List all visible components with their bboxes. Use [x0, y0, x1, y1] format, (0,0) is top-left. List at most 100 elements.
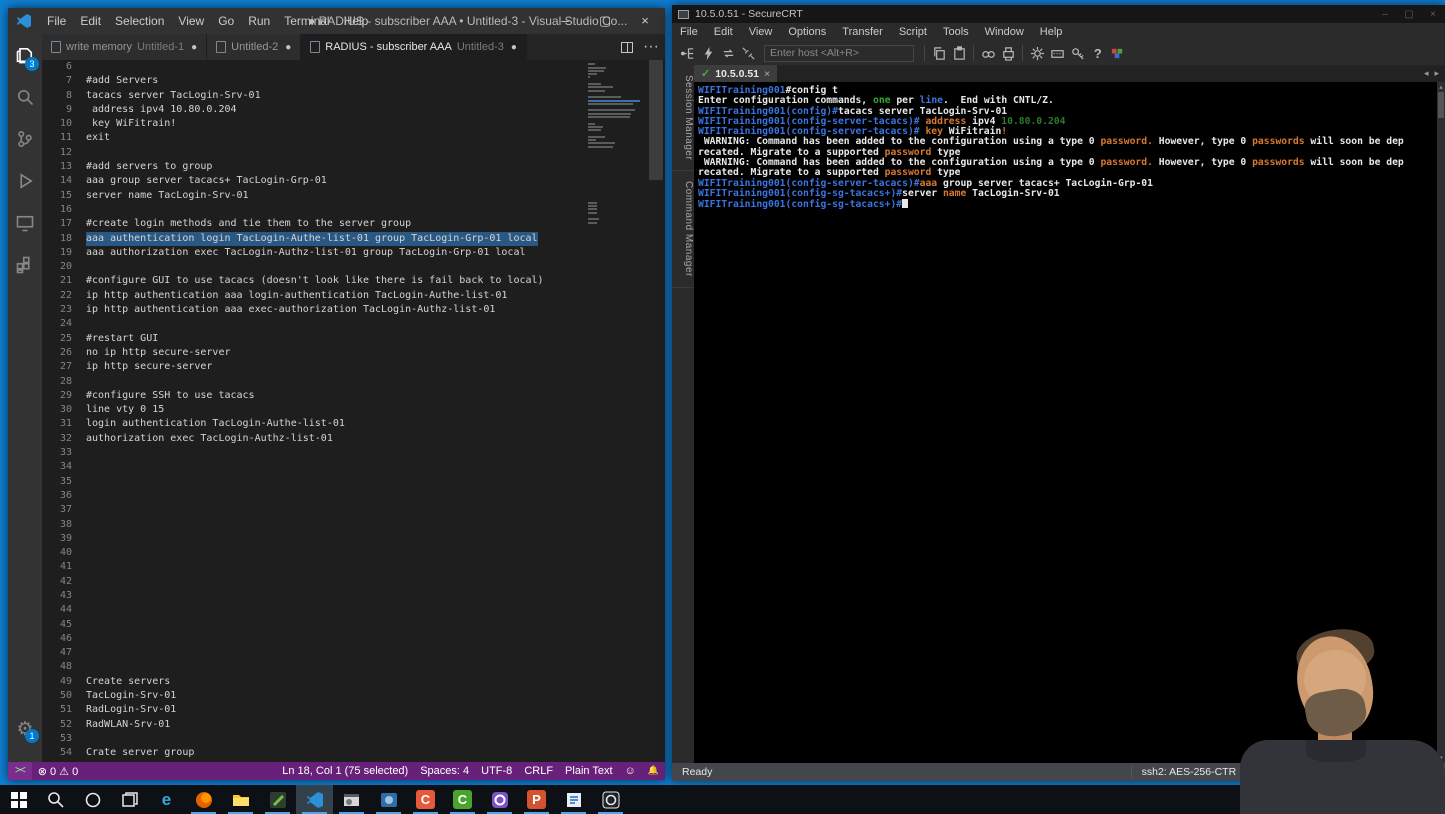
- minimize-button[interactable]: –: [545, 8, 585, 34]
- cortana-icon[interactable]: [74, 785, 111, 814]
- mail-icon[interactable]: [555, 785, 592, 814]
- close-button[interactable]: ×: [625, 8, 665, 34]
- feedback-icon[interactable]: ☺: [619, 765, 642, 777]
- vscode-icon[interactable]: [296, 785, 333, 814]
- tab-scroll-left-icon[interactable]: ◂: [1424, 68, 1429, 79]
- firefox-icon[interactable]: [185, 785, 222, 814]
- powerpoint-icon[interactable]: P: [518, 785, 555, 814]
- session-tab[interactable]: ✓ 10.5.0.51 ×: [694, 65, 777, 82]
- side-tab-session-manager[interactable]: Session Manager: [672, 65, 694, 171]
- webcam-app-icon[interactable]: [370, 785, 407, 814]
- session-tab-close-icon[interactable]: ×: [764, 68, 770, 80]
- session-manager-icon[interactable]: [678, 44, 698, 62]
- notifications-bell-icon[interactable]: 🔔: [642, 765, 665, 777]
- securecrt-menu-options[interactable]: Options: [780, 26, 834, 38]
- securecrt-menu-script[interactable]: Script: [891, 26, 935, 38]
- minimap-line: [588, 100, 640, 102]
- securecrt-menu-window[interactable]: Window: [977, 26, 1032, 38]
- securecrt-menu-transfer[interactable]: Transfer: [834, 26, 891, 38]
- editor-scrollbar[interactable]: [647, 60, 665, 762]
- minimap-line: [588, 96, 621, 98]
- file-explorer-icon[interactable]: [222, 785, 259, 814]
- minimap[interactable]: [588, 60, 642, 762]
- vandyke-icon[interactable]: [1107, 44, 1127, 62]
- session-options-icon[interactable]: [1027, 44, 1047, 62]
- securecrt-minimize-button[interactable]: –: [1373, 9, 1397, 20]
- edge-icon[interactable]: e: [148, 785, 185, 814]
- securecrt-menu-view[interactable]: View: [741, 26, 781, 38]
- securecrt-icon[interactable]: [333, 785, 370, 814]
- line-text: exit: [86, 131, 110, 145]
- start-button[interactable]: [0, 785, 37, 814]
- vscode-menu-file[interactable]: File: [40, 14, 73, 28]
- more-actions-icon[interactable]: ···: [643, 38, 659, 56]
- line-number: 32: [42, 432, 86, 446]
- help-icon[interactable]: ?: [1087, 44, 1107, 62]
- vscode-editor-actions: ···: [621, 34, 659, 60]
- securecrt-maximize-button[interactable]: ▢: [1397, 9, 1421, 20]
- indentation-setting[interactable]: Spaces: 4: [414, 765, 475, 777]
- print-icon[interactable]: [998, 44, 1018, 62]
- editor-tab[interactable]: Untitled-2●: [207, 34, 301, 60]
- securecrt-menu-edit[interactable]: Edit: [706, 26, 741, 38]
- activity-remote-explorer-icon[interactable]: [8, 202, 42, 244]
- search-icon[interactable]: [37, 785, 74, 814]
- activity-extensions-icon[interactable]: [8, 244, 42, 286]
- scroll-up-icon[interactable]: ▴: [1437, 83, 1445, 91]
- vscode-menu-go[interactable]: Go: [211, 14, 241, 28]
- camtasia-recorder-icon[interactable]: C: [407, 785, 444, 814]
- vscode-menu-run[interactable]: Run: [241, 14, 277, 28]
- modified-dot-icon[interactable]: ●: [285, 42, 291, 53]
- terminal-text: However, type 0: [1153, 136, 1252, 147]
- eol-setting[interactable]: CRLF: [518, 765, 559, 777]
- vscode-menu-edit[interactable]: Edit: [73, 14, 108, 28]
- activity-search-icon[interactable]: [8, 76, 42, 118]
- reconnect-icon[interactable]: [718, 44, 738, 62]
- vscode-menu-selection[interactable]: Selection: [108, 14, 171, 28]
- editor-tab[interactable]: RADIUS - subscriber AAAUntitled-3●: [301, 34, 527, 60]
- person-collar: [1306, 740, 1366, 762]
- disconnect-icon[interactable]: [738, 44, 758, 62]
- keymap-icon[interactable]: [1047, 44, 1067, 62]
- problems-indicator[interactable]: ⊗ 0 ⚠ 0: [32, 765, 85, 778]
- purple-app-icon[interactable]: [481, 785, 518, 814]
- remote-indicator[interactable]: ><: [8, 762, 32, 780]
- paste-icon[interactable]: [949, 44, 969, 62]
- activity-explorer-icon[interactable]: 3: [8, 34, 42, 76]
- tab-scroll-arrows[interactable]: ◂▸: [1424, 65, 1445, 82]
- vscode-menu-view[interactable]: View: [171, 14, 211, 28]
- snagit-icon[interactable]: [259, 785, 296, 814]
- side-tab-command-manager[interactable]: Command Manager: [672, 171, 694, 288]
- minimap-line: [588, 136, 605, 138]
- obs-icon[interactable]: [592, 785, 629, 814]
- maximize-button[interactable]: ▢: [585, 8, 625, 34]
- securecrt-menu-help[interactable]: Help: [1032, 26, 1071, 38]
- language-mode[interactable]: Plain Text: [559, 765, 619, 777]
- camtasia-icon[interactable]: C: [444, 785, 481, 814]
- securecrt-menu-file[interactable]: File: [672, 26, 706, 38]
- quick-connect-host-input[interactable]: [764, 45, 914, 62]
- settings-gear-icon[interactable]: ⚙1: [8, 710, 42, 748]
- minimap-line: [588, 103, 633, 105]
- quick-connect-icon[interactable]: [698, 44, 718, 62]
- code-line: 15server name TacLogin-Srv-01: [42, 189, 665, 203]
- tab-scroll-right-icon[interactable]: ▸: [1434, 68, 1439, 79]
- find-icon[interactable]: [978, 44, 998, 62]
- securecrt-close-button[interactable]: ×: [1421, 9, 1445, 20]
- cursor-position[interactable]: Ln 18, Col 1 (75 selected): [276, 765, 414, 777]
- modified-dot-icon[interactable]: ●: [191, 42, 197, 53]
- activity-source-control-icon[interactable]: [8, 118, 42, 160]
- modified-dot-icon[interactable]: ●: [511, 42, 517, 53]
- key-auth-icon[interactable]: [1067, 44, 1087, 62]
- code-editor[interactable]: 67#add Servers8tacacs server TacLogin-Sr…: [42, 60, 665, 762]
- securecrt-menu-tools[interactable]: Tools: [935, 26, 977, 38]
- copy-icon[interactable]: [929, 44, 949, 62]
- activity-run-debug-icon[interactable]: [8, 160, 42, 202]
- terminal-scrollbar-thumb[interactable]: [1438, 92, 1444, 118]
- terminal-text: password.: [1100, 157, 1153, 168]
- split-editor-icon[interactable]: [621, 42, 633, 53]
- editor-scrollbar-thumb[interactable]: [649, 60, 663, 180]
- encoding-setting[interactable]: UTF-8: [475, 765, 518, 777]
- editor-tab[interactable]: write memoryUntitled-1●: [42, 34, 207, 60]
- task-view-icon[interactable]: [111, 785, 148, 814]
